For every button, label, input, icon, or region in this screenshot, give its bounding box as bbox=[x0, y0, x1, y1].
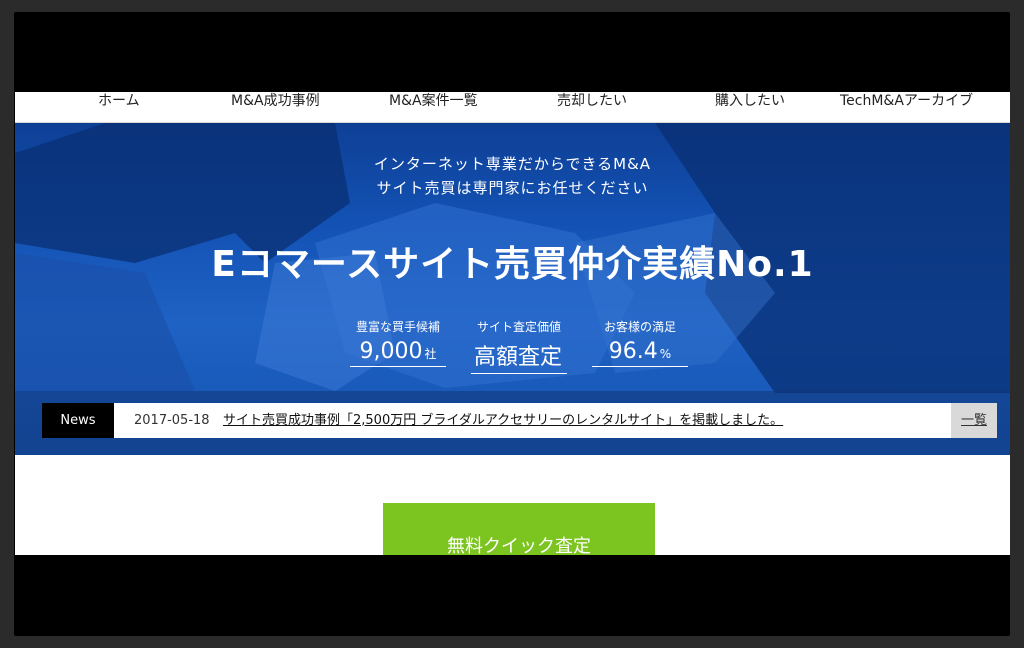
page-viewport: ホーム M&A成功事例 M&A案件一覧 売却したい 購入したい TechM&Aア… bbox=[15, 92, 1010, 555]
news-bar: News 2017-05-18 サイト売買成功事例「2,500万円 ブライダルア… bbox=[42, 403, 997, 438]
hero-subtitle-2: サイト売買は専門家にお任せください bbox=[376, 179, 649, 197]
news-headline-link[interactable]: サイト売買成功事例「2,500万円 ブライダルアクセサリーのレンタルサイト」を掲… bbox=[223, 403, 783, 438]
stat-valuation: サイト査定価値 高額査定 bbox=[471, 318, 567, 374]
free-quick-appraisal-button[interactable]: 無料クイック査定 bbox=[383, 503, 655, 555]
stat-label: 豊富な買手候補 bbox=[355, 320, 440, 334]
nav-item-deal-list[interactable]: M&A案件一覧 bbox=[389, 92, 478, 114]
stat-value: 高額査定 bbox=[471, 339, 567, 374]
nav-item-home[interactable]: ホーム bbox=[98, 92, 140, 114]
stat-satisfaction: お客様の満足 96.4% bbox=[592, 318, 688, 367]
stat-value: 96.4% bbox=[592, 339, 688, 367]
nav-item-buy[interactable]: 購入したい bbox=[715, 92, 785, 114]
stat-label: お客様の満足 bbox=[603, 320, 676, 334]
news-date: 2017-05-18 bbox=[134, 413, 210, 428]
global-nav: ホーム M&A成功事例 M&A案件一覧 売却したい 購入したい TechM&Aア… bbox=[15, 92, 1010, 123]
nav-item-success-cases[interactable]: M&A成功事例 bbox=[231, 92, 320, 114]
stat-value: 9,000 社 bbox=[350, 339, 446, 367]
nav-item-sell[interactable]: 売却したい bbox=[557, 92, 627, 114]
hero-title: Eコマースサイト売買仲介実績No.1 bbox=[211, 244, 814, 285]
hero-subtitle-1: インターネット専業だからできるM&A bbox=[373, 155, 652, 173]
news-list-button[interactable]: 一覧 bbox=[951, 403, 997, 438]
stat-label: サイト査定価値 bbox=[476, 320, 561, 334]
nav-item-archive[interactable]: TechM&Aアーカイブ bbox=[840, 92, 973, 114]
news-label: News bbox=[42, 403, 114, 438]
stat-buyers: 豊富な買手候補 9,000 社 bbox=[350, 318, 446, 367]
